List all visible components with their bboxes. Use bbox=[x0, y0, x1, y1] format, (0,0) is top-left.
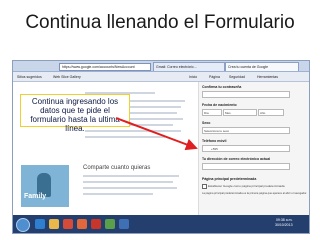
browser-title-bar: https://www.google.com/accounts/NewAccou… bbox=[13, 61, 309, 72]
powerpoint-icon[interactable] bbox=[91, 219, 101, 229]
bookmark-2[interactable]: Web Slice Gallery bbox=[53, 75, 81, 79]
folder-icon[interactable] bbox=[49, 219, 59, 229]
tab-crea-cuenta[interactable]: Crea tu cuenta de Google bbox=[225, 62, 299, 71]
tab-gmail-label: Gmail: Correo electrónic... bbox=[156, 65, 197, 69]
clock-date: 30/10/2013 bbox=[275, 223, 293, 227]
sex-select[interactable]: Selecciona tu sexo bbox=[202, 127, 290, 134]
command-page[interactable]: Página bbox=[209, 75, 220, 79]
sex-select-value: Selecciona tu sexo bbox=[204, 129, 230, 133]
bookmark-1[interactable]: Sitios sugeridos bbox=[17, 75, 42, 79]
homepage-checkbox-text: Establecer Google como página principal … bbox=[208, 184, 285, 188]
text-line bbox=[83, 181, 173, 183]
phone-input[interactable]: +595 bbox=[202, 145, 290, 152]
bookmarks-bar: Sitios sugeridos Web Slice Gallery Inici… bbox=[13, 72, 309, 82]
birth-month-select[interactable]: Mes bbox=[223, 109, 257, 116]
text-line bbox=[85, 130, 181, 132]
ie-icon[interactable] bbox=[35, 219, 45, 229]
homepage-label: Página principal predeterminada bbox=[202, 177, 257, 181]
command-tools[interactable]: Herramientas bbox=[257, 75, 278, 79]
birth-month-value: Mes bbox=[225, 111, 231, 115]
text-line bbox=[83, 175, 179, 177]
confirm-password-input[interactable] bbox=[202, 91, 290, 98]
tab-gmail[interactable]: Gmail: Correo electrónic... bbox=[153, 62, 225, 71]
phone-label: Teléfono móvil bbox=[202, 139, 227, 143]
birthdate-label: Fecha de nacimiento bbox=[202, 103, 237, 107]
firefox-icon[interactable] bbox=[77, 219, 87, 229]
homepage-checkbox[interactable] bbox=[202, 184, 207, 189]
homepage-note: La página principal predeterminada es la… bbox=[202, 192, 307, 195]
signup-form: Confirma tu contraseña Fecha de nacimien… bbox=[198, 82, 309, 215]
birth-year-input[interactable]: Año bbox=[258, 109, 284, 116]
command-home[interactable]: Inicio bbox=[189, 75, 197, 79]
word-icon[interactable] bbox=[119, 219, 129, 229]
address-text: https://www.google.com/accounts/NewAccou… bbox=[62, 65, 135, 69]
text-line bbox=[83, 187, 177, 189]
media-player-icon[interactable] bbox=[63, 219, 73, 229]
phone-value: +595 bbox=[211, 147, 218, 151]
current-email-label: Tu dirección de correo electrónico actua… bbox=[202, 157, 271, 161]
birth-day-input[interactable]: Día bbox=[202, 109, 222, 116]
start-button-icon[interactable] bbox=[16, 218, 30, 232]
share-heading: Comparte cuanto quieras bbox=[83, 165, 151, 171]
confirm-password-label: Confirma tu contraseña bbox=[202, 85, 242, 89]
instruction-callout: Continua ingresando los datos que te pid… bbox=[20, 94, 130, 133]
photo-label: Family bbox=[24, 193, 47, 200]
sex-label: Sexo bbox=[202, 121, 211, 125]
birth-year-placeholder: Año bbox=[260, 111, 266, 115]
browser-screenshot: https://www.google.com/accounts/NewAccou… bbox=[12, 60, 310, 234]
text-line bbox=[83, 193, 153, 195]
current-email-input[interactable] bbox=[202, 163, 290, 170]
tab-crea-cuenta-label: Crea tu cuenta de Google bbox=[228, 65, 269, 69]
windows-taskbar: 09:38 a.m. 30/10/2013 bbox=[13, 215, 309, 233]
text-line bbox=[85, 136, 165, 138]
slide-title: Continua llenando el Formulario bbox=[25, 12, 295, 33]
command-security[interactable]: Seguridad bbox=[229, 75, 245, 79]
family-photo: Family bbox=[21, 165, 69, 207]
birth-day-placeholder: Día bbox=[204, 111, 209, 115]
address-bar[interactable]: https://www.google.com/accounts/NewAccou… bbox=[59, 63, 151, 71]
system-clock[interactable]: 09:38 a.m. 30/10/2013 bbox=[275, 218, 293, 228]
chrome-icon[interactable] bbox=[105, 219, 115, 229]
